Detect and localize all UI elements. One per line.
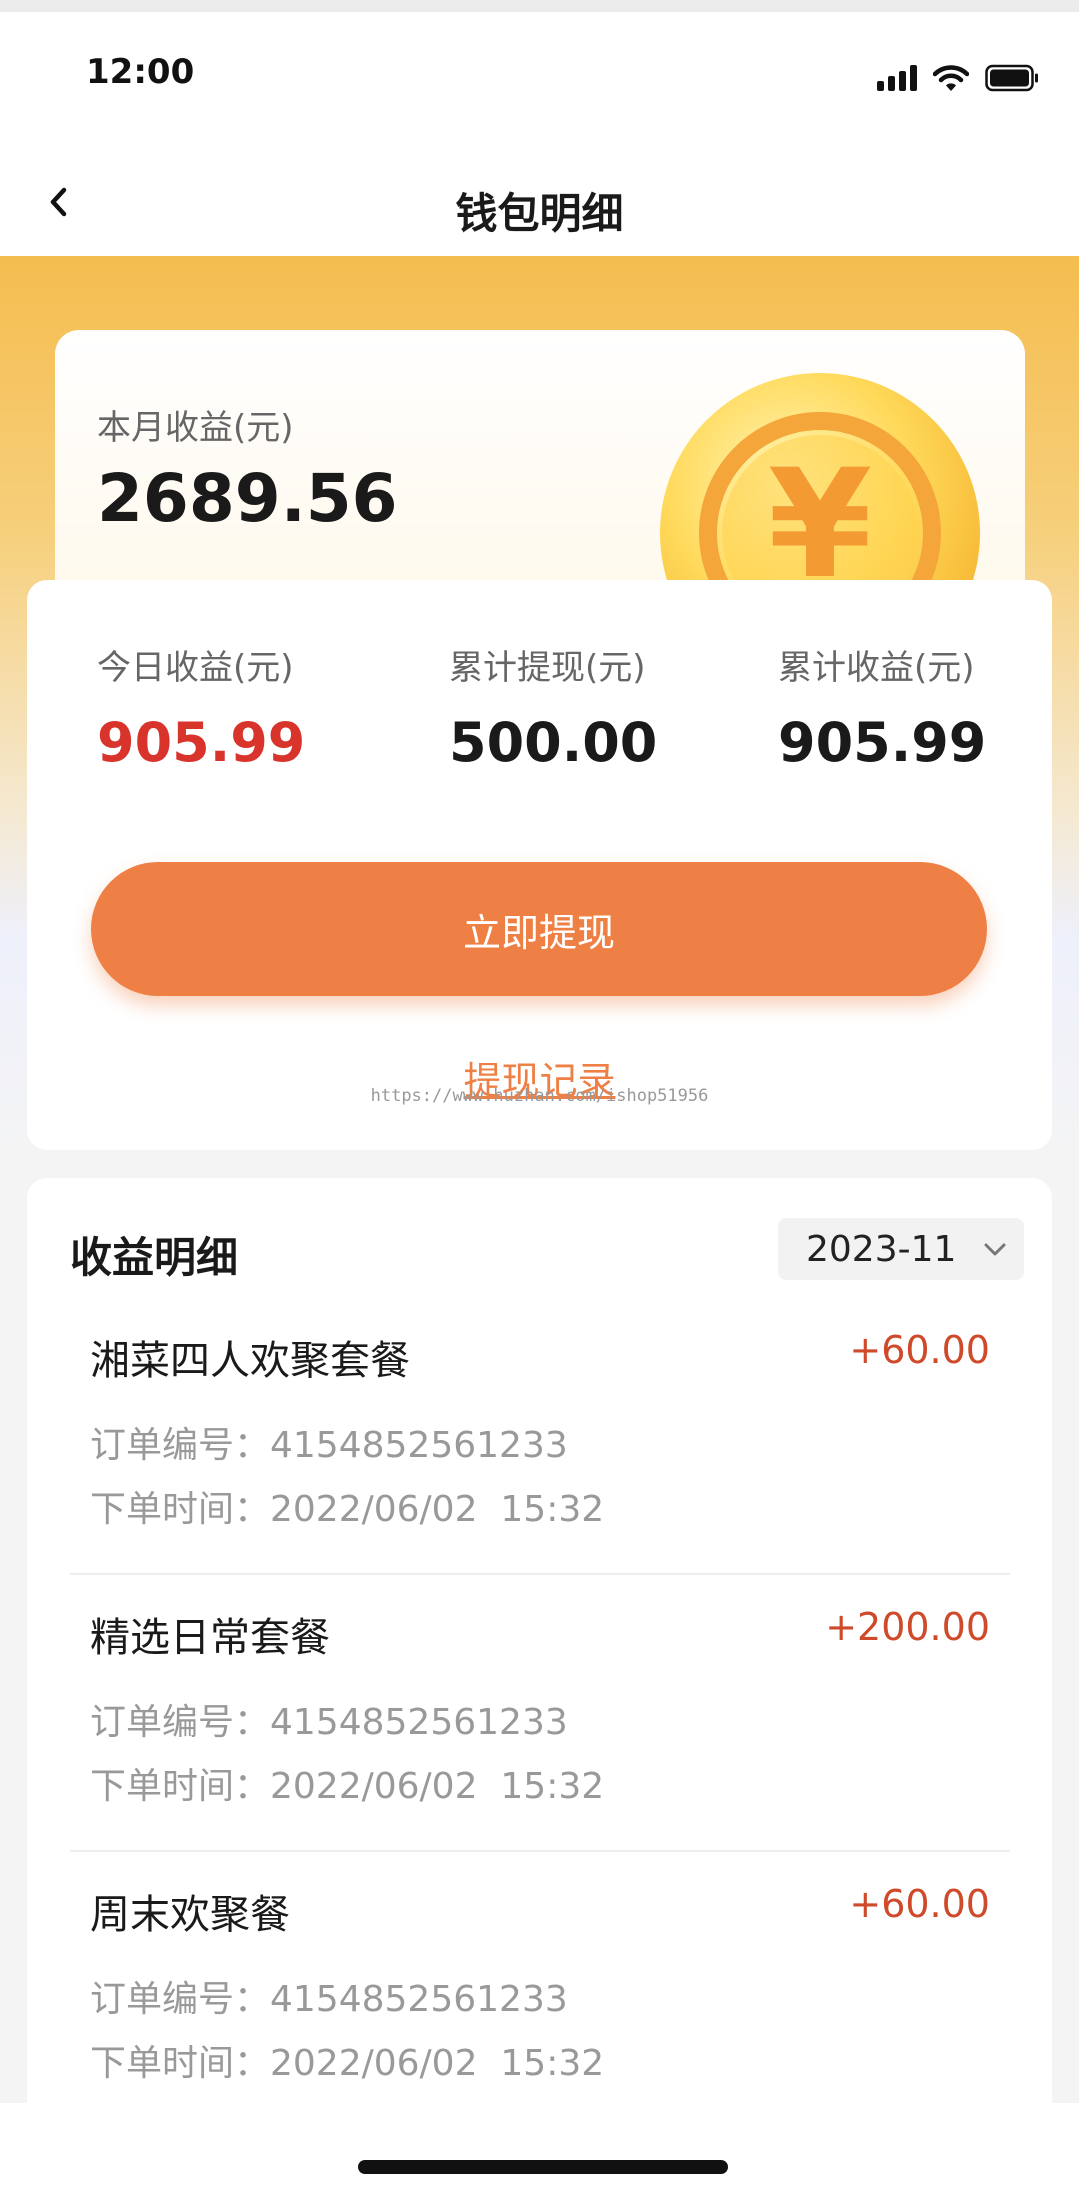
stat-total-withdrawn: 累计提现(元) 500.00 [449, 640, 657, 774]
stat-today: 今日收益(元) 905.99 [97, 640, 305, 774]
withdraw-now-button[interactable]: 立即提现 [91, 862, 987, 996]
item-order-number: 订单编号：4154852561233 [90, 1979, 568, 2020]
income-list-item[interactable]: 周末欢聚餐 +60.00 订单编号：4154852561233 下单时间：202… [70, 1852, 1010, 2129]
stat-label: 今日收益(元) [97, 648, 294, 688]
month-income-value: 2689.56 [97, 460, 398, 537]
stat-value: 905.99 [97, 711, 306, 774]
month-income-label: 本月收益(元) [97, 408, 294, 448]
item-amount: +200.00 [825, 1605, 990, 1649]
item-amount: +60.00 [849, 1882, 990, 1926]
item-name: 湘菜四人欢聚套餐 [90, 1338, 410, 1384]
top-strip [0, 0, 1079, 12]
stat-value: 500.00 [449, 711, 658, 774]
battery-icon [985, 64, 1039, 92]
stat-label: 累计收益(元) [778, 648, 975, 688]
item-name: 精选日常套餐 [90, 1615, 330, 1661]
item-order-number: 订单编号：4154852561233 [90, 1702, 568, 1743]
stat-total-income: 累计收益(元) 905.99 [778, 640, 986, 774]
home-indicator[interactable] [358, 2160, 728, 2174]
item-name: 周末欢聚餐 [90, 1892, 290, 1938]
income-list-item[interactable]: 精选日常套餐 +200.00 订单编号：4154852561233 下单时间：2… [70, 1575, 1010, 1852]
item-order-time: 下单时间：2022/06/02 15:32 [90, 1766, 605, 1807]
status-time: 12:00 [86, 52, 195, 92]
header: 12:00 钱包明细 [0, 12, 1079, 256]
status-icons [877, 64, 1039, 92]
watermark: https://www.huzhan.com/ishop51956 [370, 1086, 709, 1106]
month-selector-value: 2023-11 [806, 1228, 957, 1270]
signal-icon [877, 65, 917, 91]
item-amount: +60.00 [849, 1328, 990, 1372]
item-order-time: 下单时间：2022/06/02 15:32 [90, 2043, 605, 2084]
item-order-time: 下单时间：2022/06/02 15:32 [90, 1489, 605, 1530]
month-selector[interactable]: 2023-11 [778, 1218, 1024, 1280]
income-list: 湘菜四人欢聚套餐 +60.00 订单编号：4154852561233 下单时间：… [70, 1298, 1010, 2129]
income-list-item[interactable]: 湘菜四人欢聚套餐 +60.00 订单编号：4154852561233 下单时间：… [70, 1298, 1010, 1575]
stat-value: 905.99 [778, 711, 987, 774]
page-title: 钱包明细 [455, 189, 624, 238]
income-details-title: 收益明细 [70, 1233, 239, 1282]
stats-card: 今日收益(元) 905.99 累计提现(元) 500.00 累计收益(元) 90… [27, 580, 1052, 1150]
chevron-down-icon [984, 1243, 1006, 1256]
item-order-number: 订单编号：4154852561233 [90, 1425, 568, 1466]
income-details-card: 收益明细 2023-11 湘菜四人欢聚套餐 +60.00 订单编号：415485… [27, 1178, 1052, 2195]
wifi-icon [933, 64, 969, 92]
stat-label: 累计提现(元) [449, 648, 646, 688]
bottom-bar [0, 2103, 1079, 2195]
